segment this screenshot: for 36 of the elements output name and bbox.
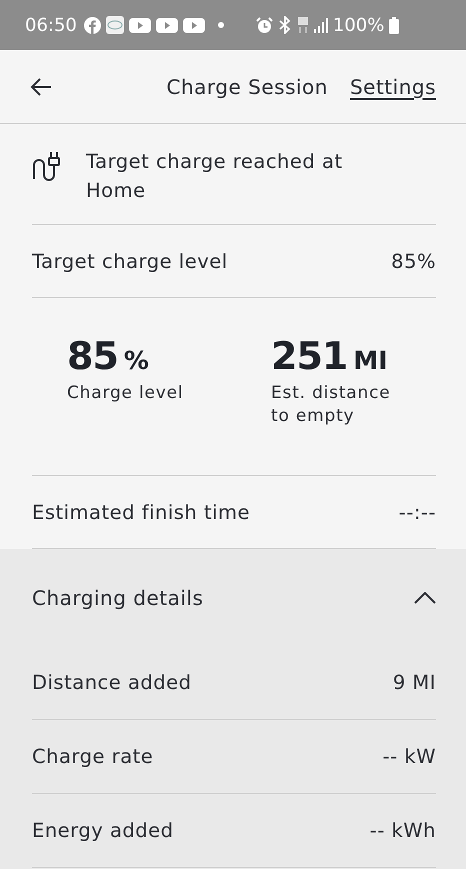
dot-icon [218,22,224,28]
bluetooth-icon [278,16,292,34]
row-value: -- kW [382,745,436,768]
row-label: Energy added [32,819,174,842]
alarm-icon [256,16,273,34]
row-label: Distance added [32,671,192,694]
signal-icon [314,18,328,32]
row-value: 9 MI [392,671,436,694]
stat-value: 251 [271,336,348,376]
back-arrow-icon [30,78,52,96]
back-button[interactable] [30,78,52,96]
facebook-icon [84,16,101,34]
clock-time: 06:50 [25,14,77,36]
stat-value: 85 [67,336,118,376]
charging-details-toggle[interactable]: Charging details [32,549,436,646]
data-transfer-icon [296,16,309,34]
video-play-icon [156,18,178,32]
stat-label: Charge level [67,382,184,405]
notice-text: Target charge reached at Home [86,149,344,204]
chevron-icon [414,592,436,604]
row-value: 85% [391,250,436,272]
battery-percentage: 100% [332,14,384,36]
row-label: Target charge level [32,250,228,272]
stat-unit: % [124,346,149,375]
row-value: -- kWh [370,819,436,842]
app-icon [106,16,124,34]
row-label: Estimated finish time [32,500,250,524]
row-value: --:-- [398,500,436,524]
battery-icon [389,16,400,34]
stat-unit: MI [353,346,388,375]
page-title: Charge Session [166,74,328,98]
video-play-icon [128,18,151,32]
row-label: Charge rate [32,745,154,768]
settings-link[interactable]: Settings [350,74,436,98]
stat-label: Est. distance to empty [271,382,392,428]
video-play-icon [182,18,205,32]
